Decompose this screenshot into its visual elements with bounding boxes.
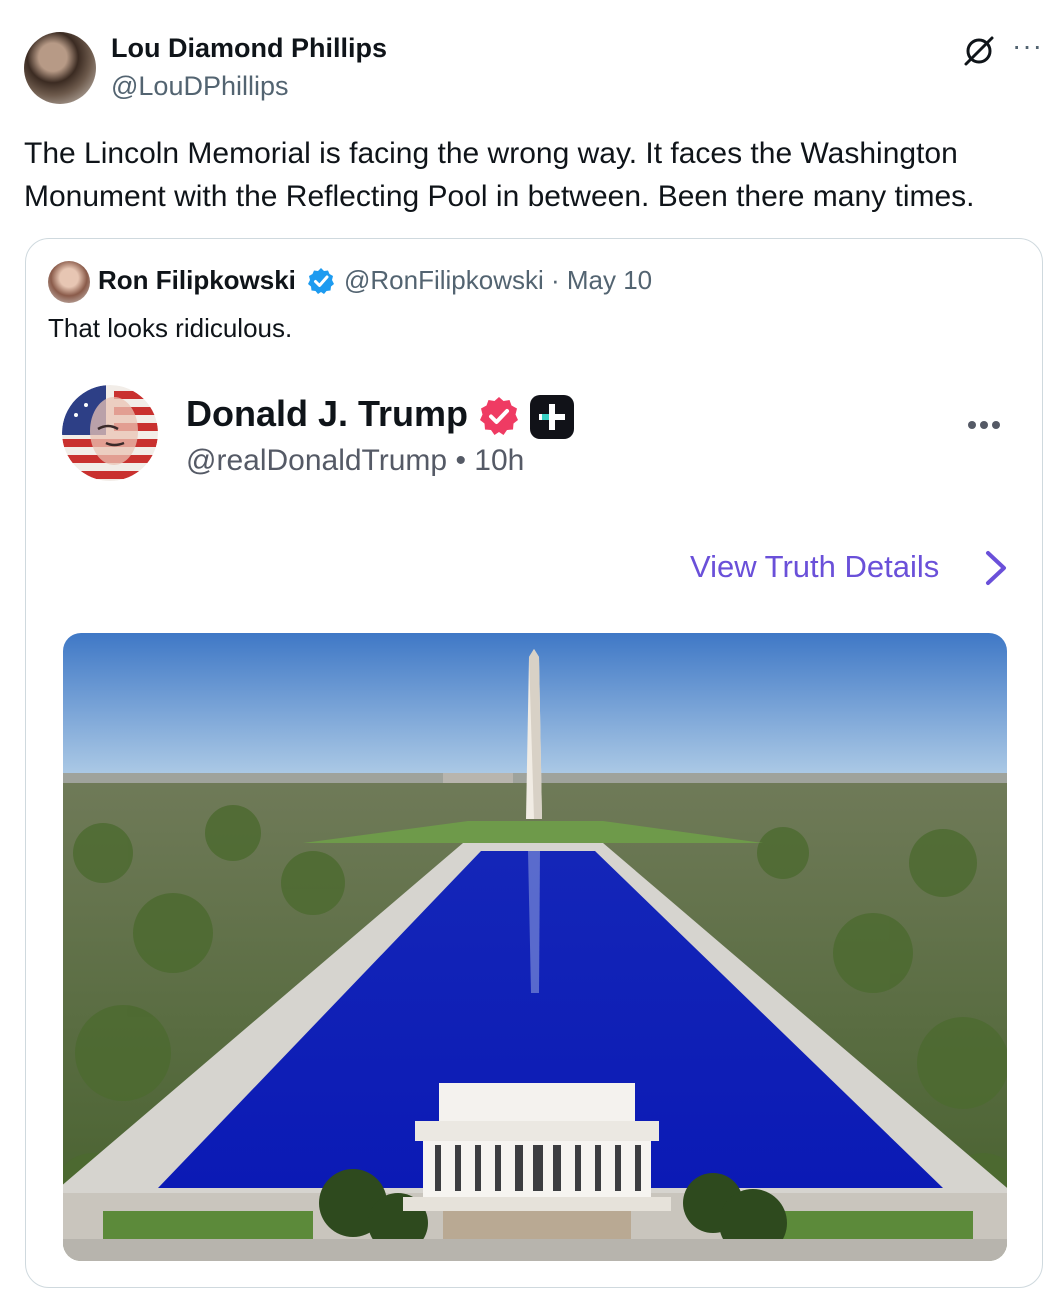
quoted-tweet-text: That looks ridiculous. bbox=[48, 313, 293, 343]
truth-author-name: Donald J. Trump bbox=[186, 393, 469, 434]
quoted-author-name[interactable]: Ron Filipkowski bbox=[98, 265, 296, 296]
author-handle[interactable]: @LouDPhillips bbox=[111, 71, 289, 102]
view-truth-details-link: View Truth Details bbox=[690, 549, 940, 584]
tweet-text: The Lincoln Memorial is facing the wrong… bbox=[24, 137, 975, 213]
national-mall-photo bbox=[63, 633, 1007, 1261]
truth-plus-icon bbox=[530, 395, 574, 439]
author-avatar[interactable] bbox=[24, 32, 96, 104]
truth-more-icon bbox=[968, 421, 1000, 429]
truth-handle-time: @realDonaldTrump • 10h bbox=[186, 444, 525, 477]
quoted-handle-date: @RonFilipkowski · May 10 bbox=[344, 265, 653, 295]
more-icon[interactable]: ··· bbox=[1012, 30, 1043, 62]
author-name[interactable]: Lou Diamond Phillips bbox=[111, 33, 387, 64]
verified-badge-icon bbox=[308, 268, 334, 294]
chevron-right-icon bbox=[986, 551, 1006, 585]
grok-icon[interactable] bbox=[962, 34, 996, 68]
quoted-author-avatar[interactable] bbox=[48, 261, 90, 303]
truth-verified-badge-icon bbox=[480, 397, 518, 435]
truth-author-avatar bbox=[62, 385, 158, 481]
quoted-tweet-card[interactable]: Ron Filipkowski @RonFilipkowski · May 10… bbox=[25, 238, 1043, 1288]
